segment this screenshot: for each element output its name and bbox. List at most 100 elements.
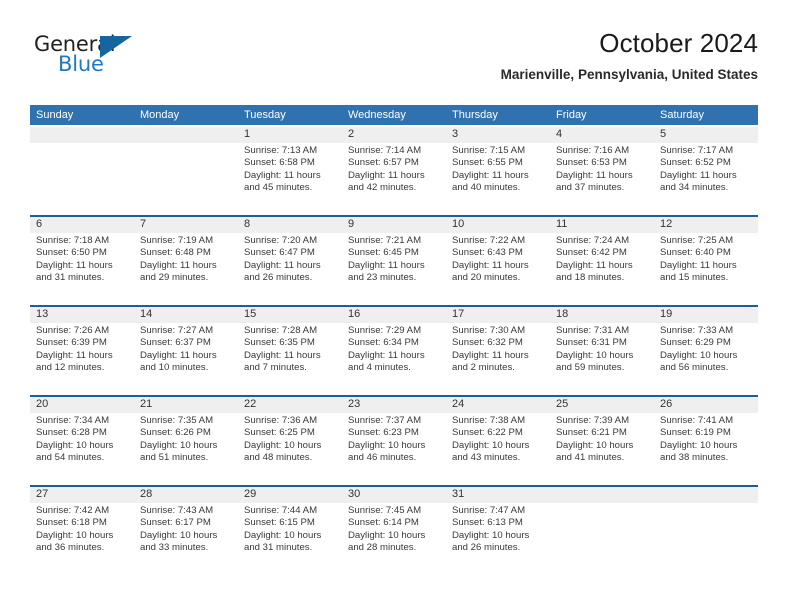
calendar-day-cell[interactable]: 11 Sunrise: 7:24 AM Sunset: 6:42 PM Dayli…	[550, 215, 654, 305]
sunrise-sunset-calendar: Sunday Monday Tuesday Wednesday Thursday…	[30, 105, 758, 575]
calendar-day-cell[interactable]: 19 Sunrise: 7:33 AM Sunset: 6:29 PM Dayli…	[654, 305, 758, 395]
day-sun-info: Sunrise: 7:45 AM Sunset: 6:14 PM Dayligh…	[348, 505, 426, 554]
calendar-week-cells: 6 Sunrise: 7:18 AM Sunset: 6:50 PM Daylig…	[30, 215, 758, 305]
calendar-day-cell[interactable]: 27 Sunrise: 7:42 AM Sunset: 6:18 PM Dayli…	[30, 485, 134, 575]
calendar-week-cells: 1 Sunrise: 7:13 AM Sunset: 6:58 PM Daylig…	[30, 125, 758, 215]
calendar-week-row: 20 Sunrise: 7:34 AM Sunset: 6:28 PM Dayli…	[30, 395, 758, 485]
day-sun-info: Sunrise: 7:30 AM Sunset: 6:32 PM Dayligh…	[452, 325, 529, 374]
day-number: 20	[36, 398, 49, 410]
calendar-day-cell[interactable]: 21 Sunrise: 7:35 AM Sunset: 6:26 PM Dayli…	[134, 395, 238, 485]
day-number: 22	[244, 398, 257, 410]
calendar-day-cell[interactable]: 23 Sunrise: 7:37 AM Sunset: 6:23 PM Dayli…	[342, 395, 446, 485]
day-number	[140, 126, 238, 142]
weekday-header-thursday: Thursday	[452, 109, 498, 121]
day-sun-info: Sunrise: 7:17 AM Sunset: 6:52 PM Dayligh…	[660, 145, 737, 194]
day-number: 6	[36, 218, 43, 230]
weekday-header-row: Sunday Monday Tuesday Wednesday Thursday…	[30, 105, 758, 125]
day-number: 23	[348, 398, 361, 410]
calendar-day-cell[interactable]: 18 Sunrise: 7:31 AM Sunset: 6:31 PM Dayli…	[550, 305, 654, 395]
calendar-day-cell[interactable]: 9 Sunrise: 7:21 AM Sunset: 6:45 PM Daylig…	[342, 215, 446, 305]
calendar-day-cell[interactable]: 10 Sunrise: 7:22 AM Sunset: 6:43 PM Dayli…	[446, 215, 550, 305]
weekday-header-friday: Friday	[556, 109, 587, 121]
calendar-day-cell[interactable]: 7 Sunrise: 7:19 AM Sunset: 6:48 PM Daylig…	[134, 215, 238, 305]
page-subtitle: Marienville, Pennsylvania, United States	[500, 67, 758, 82]
day-number	[36, 126, 134, 142]
calendar-day-cell[interactable]: 3 Sunrise: 7:15 AM Sunset: 6:55 PM Daylig…	[446, 125, 550, 215]
calendar-day-cell[interactable]: 31 Sunrise: 7:47 AM Sunset: 6:13 PM Dayli…	[446, 485, 550, 575]
day-sun-info: Sunrise: 7:29 AM Sunset: 6:34 PM Dayligh…	[348, 325, 425, 374]
calendar-day-cell[interactable]: 16 Sunrise: 7:29 AM Sunset: 6:34 PM Dayli…	[342, 305, 446, 395]
calendar-week-cells: 13 Sunrise: 7:26 AM Sunset: 6:39 PM Dayli…	[30, 305, 758, 395]
calendar-day-cell[interactable]: 6 Sunrise: 7:18 AM Sunset: 6:50 PM Daylig…	[30, 215, 134, 305]
calendar-day-cell-empty	[654, 485, 758, 575]
day-number: 4	[556, 128, 563, 140]
calendar-day-cell[interactable]: 2 Sunrise: 7:14 AM Sunset: 6:57 PM Daylig…	[342, 125, 446, 215]
day-sun-info: Sunrise: 7:39 AM Sunset: 6:21 PM Dayligh…	[556, 415, 634, 464]
day-sun-info: Sunrise: 7:19 AM Sunset: 6:48 PM Dayligh…	[140, 235, 217, 284]
day-sun-info: Sunrise: 7:43 AM Sunset: 6:17 PM Dayligh…	[140, 505, 218, 554]
calendar-week-cells: 20 Sunrise: 7:34 AM Sunset: 6:28 PM Dayli…	[30, 395, 758, 485]
day-sun-info: Sunrise: 7:31 AM Sunset: 6:31 PM Dayligh…	[556, 325, 634, 374]
calendar-day-cell-empty	[134, 125, 238, 215]
calendar-day-cell[interactable]: 24 Sunrise: 7:38 AM Sunset: 6:22 PM Dayli…	[446, 395, 550, 485]
weekday-header-tuesday: Tuesday	[244, 109, 286, 121]
calendar-day-cell[interactable]: 15 Sunrise: 7:28 AM Sunset: 6:35 PM Dayli…	[238, 305, 342, 395]
day-sun-info: Sunrise: 7:33 AM Sunset: 6:29 PM Dayligh…	[660, 325, 738, 374]
page-header: General Blue October 2024 Marienville, P…	[34, 28, 758, 98]
calendar-day-cell[interactable]: 20 Sunrise: 7:34 AM Sunset: 6:28 PM Dayli…	[30, 395, 134, 485]
logo-triangle-icon	[100, 36, 132, 58]
calendar-day-cell[interactable]: 1 Sunrise: 7:13 AM Sunset: 6:58 PM Daylig…	[238, 125, 342, 215]
day-number	[556, 486, 654, 502]
day-number: 5	[660, 128, 667, 140]
calendar-day-cell[interactable]: 25 Sunrise: 7:39 AM Sunset: 6:21 PM Dayli…	[550, 395, 654, 485]
calendar-day-cell[interactable]: 13 Sunrise: 7:26 AM Sunset: 6:39 PM Dayli…	[30, 305, 134, 395]
day-sun-info: Sunrise: 7:38 AM Sunset: 6:22 PM Dayligh…	[452, 415, 530, 464]
day-number: 19	[660, 308, 673, 320]
calendar-page: General Blue October 2024 Marienville, P…	[0, 0, 792, 612]
calendar-day-cell[interactable]: 5 Sunrise: 7:17 AM Sunset: 6:52 PM Daylig…	[654, 125, 758, 215]
day-sun-info: Sunrise: 7:18 AM Sunset: 6:50 PM Dayligh…	[36, 235, 113, 284]
calendar-day-cell[interactable]: 17 Sunrise: 7:30 AM Sunset: 6:32 PM Dayli…	[446, 305, 550, 395]
weekday-header-monday: Monday	[140, 109, 180, 121]
calendar-day-cell[interactable]: 14 Sunrise: 7:27 AM Sunset: 6:37 PM Dayli…	[134, 305, 238, 395]
day-number: 29	[244, 488, 257, 500]
day-number: 18	[556, 308, 569, 320]
day-number: 11	[556, 218, 568, 230]
weekday-header-sunday: Sunday	[36, 109, 74, 121]
calendar-day-cell-empty	[550, 485, 654, 575]
day-number: 24	[452, 398, 465, 410]
day-number: 9	[348, 218, 355, 230]
calendar-weeks: 1 Sunrise: 7:13 AM Sunset: 6:58 PM Daylig…	[30, 125, 758, 575]
general-blue-logo[interactable]: General Blue	[34, 32, 154, 86]
calendar-day-cell[interactable]: 29 Sunrise: 7:44 AM Sunset: 6:15 PM Dayli…	[238, 485, 342, 575]
day-sun-info: Sunrise: 7:34 AM Sunset: 6:28 PM Dayligh…	[36, 415, 114, 464]
day-number: 1	[244, 128, 251, 140]
calendar-day-cell[interactable]: 22 Sunrise: 7:36 AM Sunset: 6:25 PM Dayli…	[238, 395, 342, 485]
day-number: 2	[348, 128, 355, 140]
title-block: October 2024 Marienville, Pennsylvania, …	[501, 28, 758, 83]
day-sun-info: Sunrise: 7:41 AM Sunset: 6:19 PM Dayligh…	[660, 415, 738, 464]
calendar-day-cell[interactable]: 26 Sunrise: 7:41 AM Sunset: 6:19 PM Dayli…	[654, 395, 758, 485]
day-sun-info: Sunrise: 7:22 AM Sunset: 6:43 PM Dayligh…	[452, 235, 529, 284]
day-number: 30	[348, 488, 361, 500]
calendar-day-cell[interactable]: 4 Sunrise: 7:16 AM Sunset: 6:53 PM Daylig…	[550, 125, 654, 215]
day-sun-info: Sunrise: 7:44 AM Sunset: 6:15 PM Dayligh…	[244, 505, 322, 554]
calendar-day-cell[interactable]: 12 Sunrise: 7:25 AM Sunset: 6:40 PM Dayli…	[654, 215, 758, 305]
day-sun-info: Sunrise: 7:16 AM Sunset: 6:53 PM Dayligh…	[556, 145, 633, 194]
day-sun-info: Sunrise: 7:35 AM Sunset: 6:26 PM Dayligh…	[140, 415, 218, 464]
calendar-day-cell[interactable]: 8 Sunrise: 7:20 AM Sunset: 6:47 PM Daylig…	[238, 215, 342, 305]
day-number: 13	[36, 308, 49, 320]
day-sun-info: Sunrise: 7:42 AM Sunset: 6:18 PM Dayligh…	[36, 505, 114, 554]
weekday-header-saturday: Saturday	[660, 109, 705, 121]
day-sun-info: Sunrise: 7:47 AM Sunset: 6:13 PM Dayligh…	[452, 505, 530, 554]
page-title: October 2024	[599, 28, 758, 58]
calendar-day-cell[interactable]: 30 Sunrise: 7:45 AM Sunset: 6:14 PM Dayli…	[342, 485, 446, 575]
day-number: 25	[556, 398, 569, 410]
day-number: 7	[140, 218, 147, 230]
calendar-week-row: 13 Sunrise: 7:26 AM Sunset: 6:39 PM Dayli…	[30, 305, 758, 395]
day-number: 17	[452, 308, 465, 320]
day-sun-info: Sunrise: 7:15 AM Sunset: 6:55 PM Dayligh…	[452, 145, 529, 194]
calendar-day-cell-empty	[30, 125, 134, 215]
weekday-header-wednesday: Wednesday	[348, 109, 406, 121]
calendar-day-cell[interactable]: 28 Sunrise: 7:43 AM Sunset: 6:17 PM Dayli…	[134, 485, 238, 575]
